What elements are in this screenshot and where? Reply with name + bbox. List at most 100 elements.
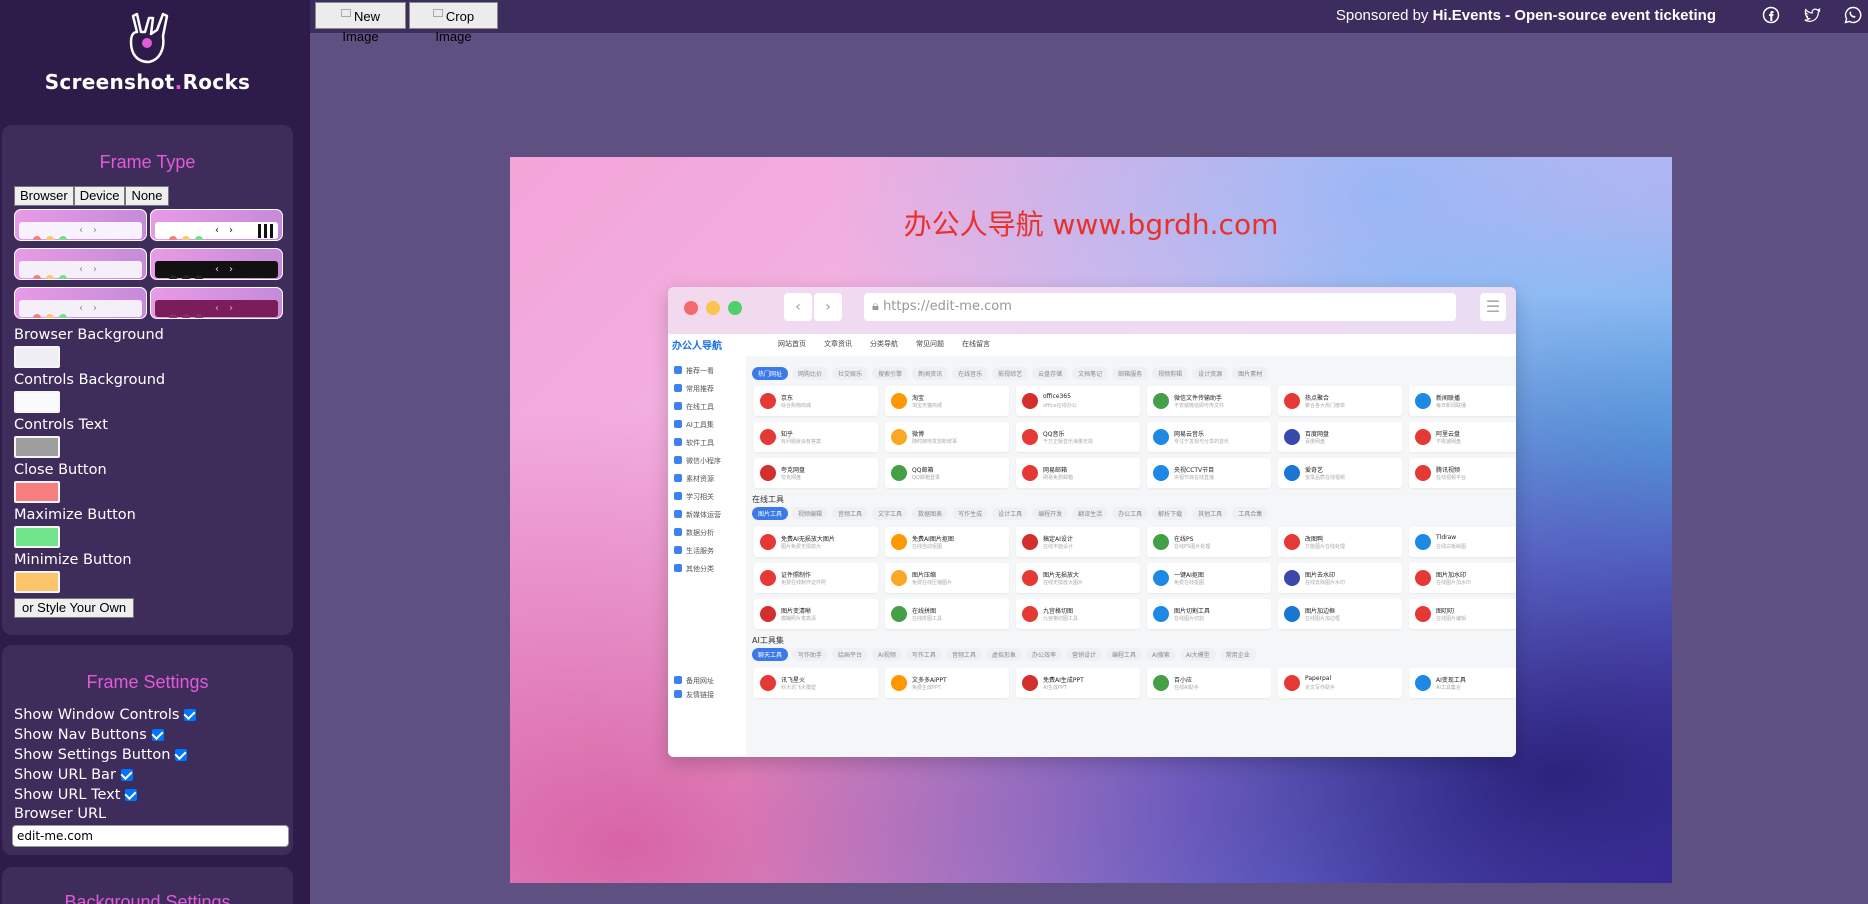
site-card-icon: [1284, 393, 1300, 409]
image-icon: [340, 9, 351, 17]
site-card-icon: [760, 465, 776, 481]
site-card-title: 微信文件传输助手: [1174, 395, 1223, 402]
site-card-desc: 悦享品质在线视频: [1305, 475, 1346, 481]
show-window-controls-label: Show Window Controls: [14, 707, 180, 723]
minimize-button-swatch[interactable]: [14, 571, 60, 593]
browser-url-label: Browser URL: [14, 806, 107, 822]
close-dot-icon: [684, 301, 698, 315]
side-item-label: AI工具集: [686, 421, 714, 429]
preset-dot-icon: [46, 236, 54, 240]
forward-arrow-icon: ›: [814, 293, 842, 321]
site-card: 爱奇艺 悦享品质在线视频: [1278, 458, 1402, 488]
frame-settings-title: Frame Settings: [86, 672, 209, 692]
crop-image-button[interactable]: Crop Image: [409, 2, 498, 44]
show-settings-button-checkbox[interactable]: [175, 749, 188, 761]
app-logo-text: Screenshot.Rocks: [44, 70, 251, 94]
site-card: 图片去水印 在线去除图片水印: [1278, 563, 1402, 593]
frame-preset[interactable]: ‹ ›: [14, 248, 147, 280]
new-image-button[interactable]: New Image: [315, 2, 406, 44]
site-card: 文多多AiPPT 免费生成PPT: [885, 668, 1009, 698]
category-icon: [674, 366, 682, 374]
preset-strip: [258, 224, 276, 238]
site-card: 网易邮箱 网易免费邮箱: [1016, 458, 1140, 488]
preset-dot-icon: [169, 314, 177, 318]
site-side-item: AI工具集: [674, 420, 714, 430]
site-card-icon: [1415, 675, 1431, 691]
browser-background-swatch[interactable]: [14, 346, 60, 368]
site-side-item: 新媒体运营: [674, 510, 721, 520]
site-tab: 视频剪辑: [1152, 367, 1189, 380]
side-item-label: 推荐一看: [686, 367, 714, 375]
facebook-icon[interactable]: [1762, 6, 1780, 24]
style-your-own-button[interactable]: or Style Your Own: [14, 598, 135, 618]
site-card-title: 图片无损放大: [1043, 572, 1080, 579]
site-side-item: 其他分类: [674, 564, 714, 574]
site-card-icon: [1284, 465, 1300, 481]
side-item-label: 友情链接: [686, 691, 714, 699]
frame-settings-panel: Frame Settings Show Window Controls Show…: [2, 645, 293, 855]
site-card-icon: [1153, 534, 1169, 550]
show-nav-buttons-checkbox[interactable]: [151, 729, 164, 741]
browser-url-input[interactable]: [12, 825, 289, 847]
site-card-desc: 专注于发现与分享的音乐: [1174, 439, 1230, 445]
site-card: 讯飞星火 科大讯飞大模型: [754, 668, 878, 698]
frame-preset[interactable]: ‹ ›: [14, 209, 147, 241]
site-card-desc: 免费生成PPT: [912, 685, 942, 691]
screenshot-canvas[interactable]: 办公人导航 www.bgrdh.com ‹ › 🔒︎ https://edit-…: [510, 157, 1672, 883]
side-item-label: 微信小程序: [686, 457, 721, 465]
category-icon: [674, 420, 682, 428]
site-card-title: 一键AI抠图: [1174, 572, 1204, 579]
site-card-title: 讯飞星火: [781, 677, 806, 684]
controls-background-label: Controls Background: [14, 372, 166, 388]
close-button-swatch[interactable]: [14, 481, 60, 503]
maximize-dot-icon: [728, 301, 742, 315]
site-card-desc: 万能图片在线处理: [1305, 544, 1346, 550]
site-card-icon: [1022, 675, 1038, 691]
site-card: 图片无损放大 在线无损放大图片: [1016, 563, 1140, 593]
frame-preset[interactable]: ‹ ›: [150, 248, 283, 280]
site-card-desc: 不限速网盘: [1436, 439, 1462, 445]
site-tab: 在线音乐: [952, 367, 989, 380]
controls-text-swatch[interactable]: [14, 436, 60, 458]
site-tab-row: 聊天工具 写作助手 绘画平台 AI视频 写作工具 音频工具 虚拟形象 办公效率 营销设计 编程工具…: [752, 648, 1260, 661]
tab-device[interactable]: Device: [73, 186, 126, 206]
site-side-item: 推荐一看: [674, 366, 714, 376]
maximize-button-swatch[interactable]: [14, 526, 60, 548]
site-card-desc: 网易免费邮箱: [1043, 475, 1074, 481]
app-logo[interactable]: Screenshot.Rocks: [0, 10, 295, 94]
tab-browser[interactable]: Browser: [14, 186, 74, 206]
site-card-title: 百度网盘: [1305, 431, 1330, 438]
controls-background-swatch[interactable]: [14, 391, 60, 413]
show-url-text-row: Show URL Text: [14, 785, 289, 805]
sponsor-link[interactable]: Sponsored by Hi.Events - Open-source eve…: [1336, 7, 1716, 24]
site-card-title: 知乎: [781, 431, 794, 438]
site-card-desc: 论文写作助手: [1305, 685, 1336, 691]
site-tab: 数据图表: [912, 507, 949, 520]
show-url-text-checkbox[interactable]: [125, 789, 138, 801]
site-card-icon: [760, 570, 776, 586]
frame-preset[interactable]: ‹ ›: [150, 287, 283, 319]
tab-none[interactable]: None: [125, 186, 169, 206]
whatsapp-icon[interactable]: [1844, 6, 1862, 24]
crop-icon: [432, 9, 443, 17]
site-card-desc: office在线办公: [1043, 403, 1077, 409]
frame-preset[interactable]: ‹ ›: [150, 209, 283, 241]
site-card: 微信文件传输助手 不安装微信即可传文件: [1147, 386, 1271, 416]
site-card-desc: 综合购物商城: [781, 403, 812, 409]
site-tab: 写作生成: [952, 507, 989, 520]
twitter-icon[interactable]: [1804, 6, 1822, 24]
side-item-label: 在线工具: [686, 403, 714, 411]
show-url-bar-checkbox[interactable]: [120, 769, 133, 781]
site-card: office365 office在线办公: [1016, 386, 1140, 416]
site-logo: 办公人导航: [672, 341, 722, 352]
site-nav-item: 常见问题: [916, 340, 944, 348]
site-card-title: 淘宝: [912, 395, 925, 402]
site-card-desc: 夸克网盘: [781, 475, 802, 481]
frame-preset[interactable]: ‹ ›: [14, 287, 147, 319]
site-card-icon: [760, 606, 776, 622]
show-url-bar-row: Show URL Bar: [14, 765, 289, 785]
show-window-controls-checkbox[interactable]: [184, 709, 197, 721]
site-side-item: 软件工具: [674, 438, 714, 448]
site-card-title: 图叨叨: [1436, 608, 1455, 615]
browser-background-label: Browser Background: [14, 327, 164, 343]
